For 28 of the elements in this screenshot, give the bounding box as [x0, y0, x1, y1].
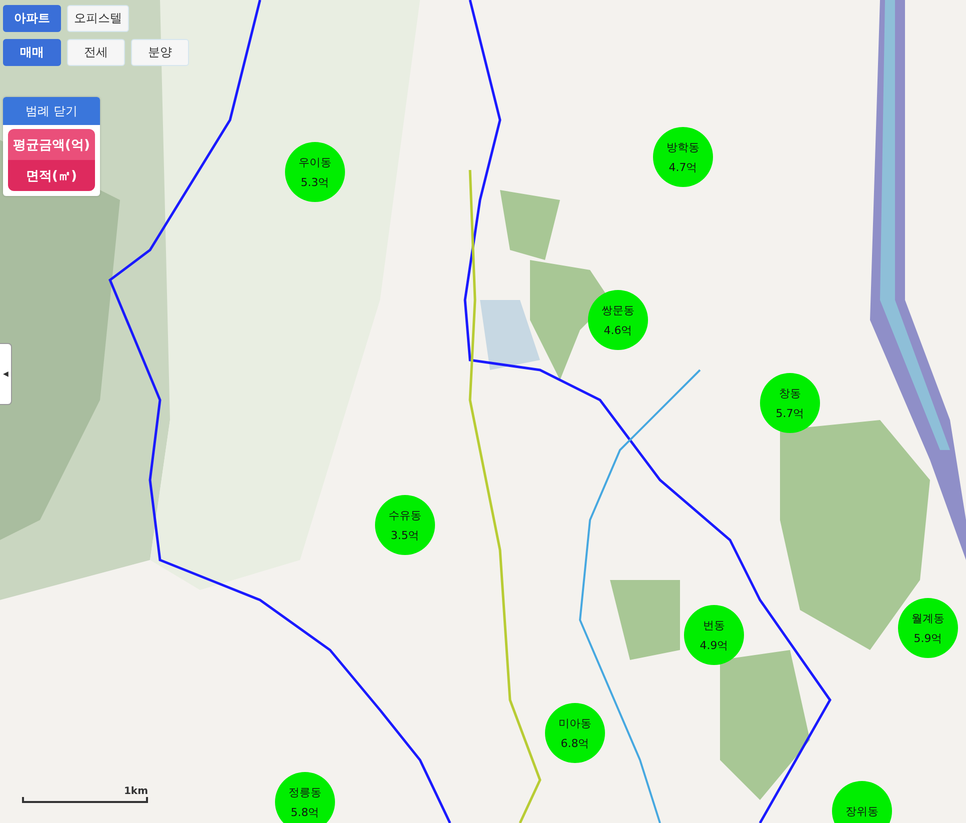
- marker-name: 번동: [703, 618, 725, 632]
- property-type-button[interactable]: 오피스텔: [67, 5, 129, 32]
- marker-price: 4.7억: [668, 160, 698, 174]
- deal-type-button[interactable]: 분양: [131, 39, 189, 66]
- legend-toggle-button[interactable]: 범례 닫기: [3, 97, 100, 125]
- marker-price: 4.6억: [604, 322, 632, 338]
- marker-name: 쌍문동: [602, 302, 634, 318]
- marker-price: 5.3억: [300, 174, 330, 190]
- marker-name: 월계동: [912, 610, 944, 626]
- marker-price: 5.9억: [914, 630, 942, 646]
- marker-name: 우이동: [298, 154, 332, 170]
- marker-price: 3.5억: [390, 528, 420, 542]
- marker-price: 6.8억: [560, 736, 590, 750]
- marker-price: 5.8억: [290, 804, 320, 820]
- marker-name: 창동: [779, 386, 801, 400]
- legend-item: 평균금액(억): [8, 129, 95, 160]
- marker-name: 미아동: [558, 716, 592, 730]
- deal-type-button[interactable]: 매매: [3, 39, 61, 66]
- marker-price: 4.9억: [700, 638, 728, 652]
- property-type-button[interactable]: 아파트: [3, 5, 61, 32]
- marker-name: 방학동: [666, 140, 700, 154]
- deal-type-button[interactable]: 전세: [67, 39, 125, 66]
- marker-name: 수유동: [388, 508, 422, 522]
- marker-name: 정릉동: [288, 784, 322, 800]
- legend-item: 면적(㎡): [8, 160, 95, 191]
- scale-label: 1km: [122, 786, 148, 797]
- marker-name: 장위동: [846, 804, 878, 818]
- marker-price: 5.7억: [776, 406, 804, 420]
